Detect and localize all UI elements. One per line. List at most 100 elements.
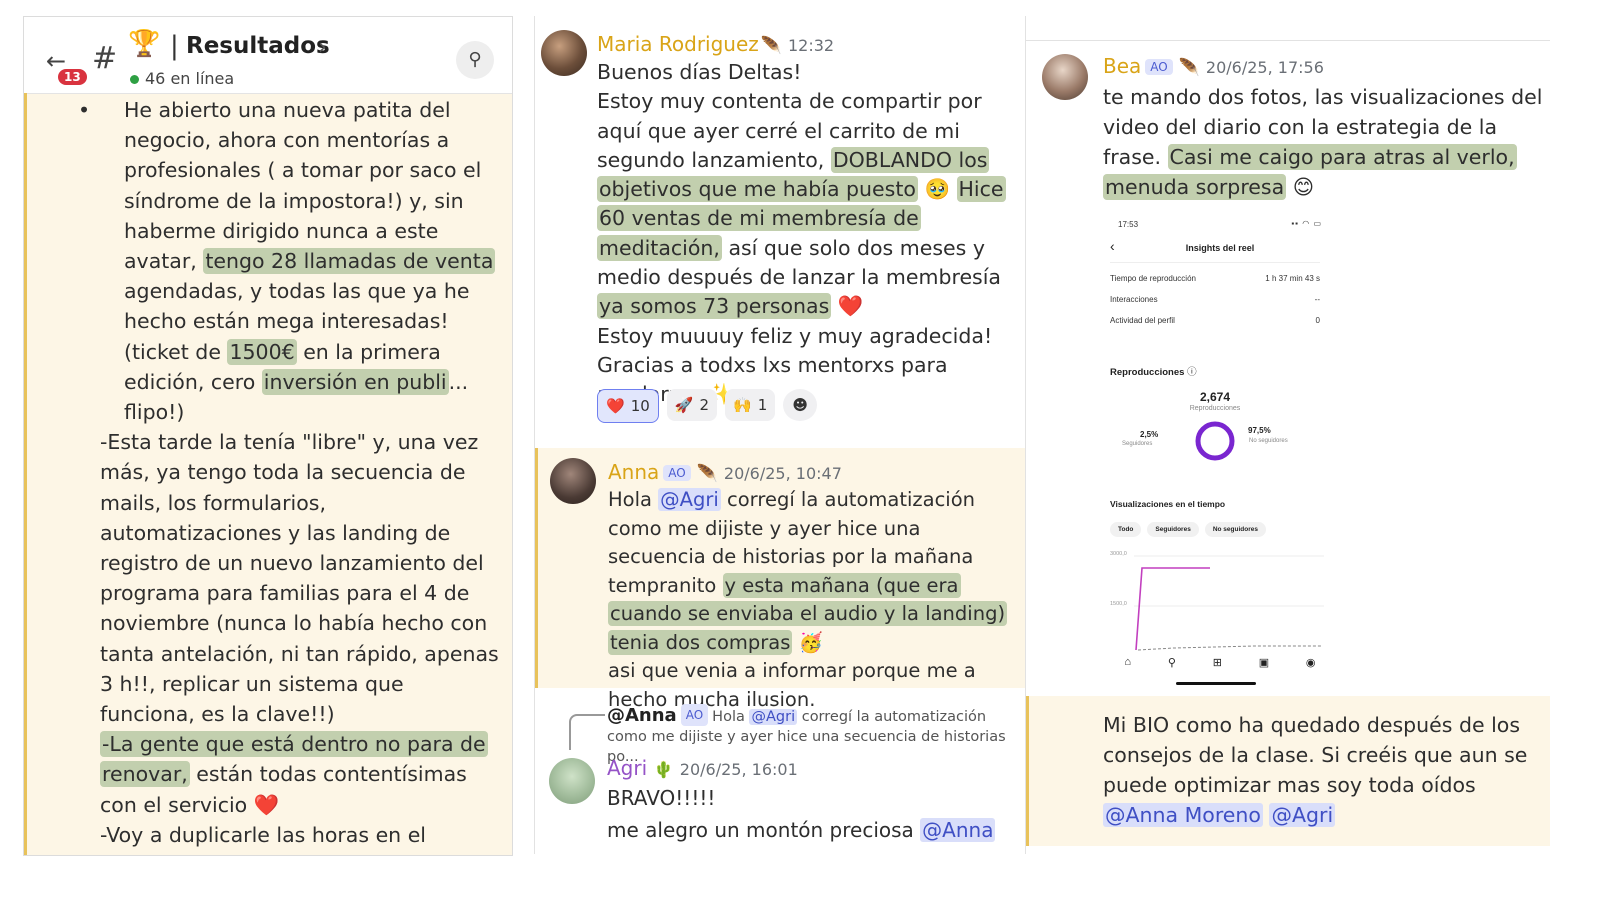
heart-emoji-icon: ❤️ (837, 294, 864, 319)
info-icon: ⓘ (1187, 367, 1197, 378)
highlighted-message: Mi BIO como ha quedado después de los co… (1026, 696, 1550, 846)
message-body: • He abierto una nueva patita del negoci… (78, 95, 500, 855)
role-badge: AO (663, 465, 691, 481)
tab-seguidores[interactable]: Seguidores (1147, 522, 1199, 537)
followers-label: Seguidores (1122, 441, 1153, 447)
metric-label: Actividad del perfil (1110, 316, 1175, 325)
home-icon[interactable]: ⌂ (1124, 656, 1131, 669)
online-label: 46 en línea (145, 69, 235, 88)
phone-clock: 17:53 (1118, 220, 1139, 229)
message-time: 20/6/25, 10:47 (723, 464, 842, 483)
hash-icon: # (92, 41, 118, 76)
user-mention[interactable]: @Agri (658, 488, 721, 511)
user-mention[interactable]: @Anna Moreno (1103, 803, 1263, 827)
chat-panel-deltas: Maria Rodriguez 🪶 12:32 Buenos días Deltas… (534, 16, 1026, 854)
avatar[interactable] (549, 758, 595, 804)
author-name[interactable]: Anna (608, 460, 659, 484)
channel-header: ← 13 # 🏆 | Resultados › 46 en línea ⚲ (24, 17, 512, 94)
nonfollowers-pct: 97,5% (1248, 426, 1271, 435)
online-count: 46 en línea (130, 69, 234, 88)
message-author[interactable]: Agri 🌵 20/6/25, 16:01 (607, 756, 798, 780)
bullet-icon: • (78, 98, 91, 122)
tab-no-seguidores[interactable]: No seguidores (1204, 522, 1266, 537)
line-series-total (1135, 567, 1210, 651)
metric-row: Actividad del perfil 0 (1110, 316, 1320, 337)
total-views: 2,674 (1199, 390, 1231, 404)
avatar[interactable] (541, 30, 587, 76)
donut-chart (1195, 421, 1235, 461)
avatar[interactable] (1042, 54, 1088, 100)
user-mention[interactable]: @Anna (920, 818, 996, 842)
divider: | (170, 31, 179, 61)
reaction-raised-hands[interactable]: 🙌 1 (725, 389, 776, 421)
author-name[interactable]: Agri (607, 756, 647, 780)
text-line: Buenos días Deltas! (597, 60, 802, 84)
section-title: Reproducciones ⓘ (1110, 364, 1197, 378)
text-segment: Mi BIO como ha quedado después de los co… (1103, 713, 1528, 797)
attached-screenshot[interactable]: 17:53 ▪▪ ◠ ▭ ‹ Insights del reel Tiempo … (1106, 216, 1334, 686)
notification-badge: 13 (58, 69, 87, 85)
reply-connector (569, 714, 605, 750)
add-reaction-button[interactable]: ☻ (783, 389, 818, 421)
message-content: Hola @Agri corregí la automatización com… (608, 486, 1020, 714)
nonfollowers-label: No seguidores (1249, 438, 1288, 444)
message-author[interactable]: Bea AO 🪶 20/6/25, 17:56 (1103, 54, 1324, 78)
search-icon[interactable]: ⚲ (1168, 656, 1176, 669)
highlight-accent-bar (24, 93, 27, 855)
reaction-count: 1 (757, 396, 768, 414)
text-segment: me alegro un montón preciosa (607, 818, 921, 842)
smiley-icon: ☻ (792, 396, 809, 414)
add-icon[interactable]: ⊞ (1213, 656, 1222, 669)
heart-icon: ❤️ (606, 397, 625, 415)
reaction-heart[interactable]: ❤️ 10 (597, 389, 659, 423)
author-name[interactable]: Maria Rodriguez (597, 32, 759, 56)
message-content: Buenos días Deltas! Estoy muy contenta d… (597, 58, 1017, 410)
quill-icon: 🪶 (696, 464, 718, 484)
heart-emoji-icon: ❤️ (253, 792, 280, 817)
reaction-rocket[interactable]: 🚀 2 (666, 389, 718, 421)
message-time: 20/6/25, 17:56 (1205, 58, 1324, 77)
message-line: BRAVO!!!!! (607, 786, 716, 810)
metric-value: 0 (1315, 316, 1320, 325)
bullet-paragraph: • He abierto una nueva patita del negoci… (78, 95, 500, 427)
text-line: Estoy muuuuy feliz y muy agradecida! (597, 323, 993, 348)
search-button[interactable]: ⚲ (456, 41, 494, 79)
reply-author[interactable]: @Anna (607, 705, 677, 726)
text-segment (950, 177, 957, 201)
paragraph: -Voy a duplicarle las horas en el contra… (100, 822, 500, 855)
highlight-segment: inversión en publi (261, 368, 449, 395)
user-mention[interactable]: @Agri (1269, 803, 1336, 827)
message-time: 20/6/25, 16:01 (679, 760, 798, 779)
profile-icon[interactable]: ◉ (1306, 656, 1316, 669)
metric-label: Tiempo de reproducción (1110, 274, 1196, 283)
chevron-right-icon[interactable]: › (318, 35, 327, 60)
quill-icon: 🪶 (760, 36, 782, 56)
message-author[interactable]: Anna AO 🪶 20/6/25, 10:47 (608, 460, 842, 484)
donut-ring (1195, 421, 1235, 461)
author-name[interactable]: Bea (1103, 54, 1141, 78)
avatar[interactable] (550, 458, 596, 504)
paragraph: -Esta tarde la tenía "libre" y, una vez … (100, 430, 499, 727)
text-line: Estoy muy contenta de compartir por aquí… (597, 87, 1017, 321)
cactus-icon: 🌵 (653, 760, 674, 779)
text-segment: Hola (608, 488, 659, 511)
highlighted-message: Anna AO 🪶 20/6/25, 10:47 Hola @Agri corregí… (535, 448, 1025, 711)
channel-panel-resultados: ← 13 # 🏆 | Resultados › 46 en línea ⚲ • … (23, 16, 513, 856)
metric-row: Tiempo de reproducción 1 h 37 min 43 s (1110, 274, 1320, 295)
reaction-count: 2 (699, 396, 710, 414)
metrics-list: Tiempo de reproducción 1 h 37 min 43 s In… (1110, 274, 1320, 337)
tab-todo[interactable]: Todo (1110, 522, 1142, 537)
user-mention[interactable]: @Agri (749, 709, 798, 725)
chat-panel-bea: Bea AO 🪶 20/6/25, 17:56 te mando dos fotos,… (1026, 16, 1550, 846)
smiling-face-icon: 😊 (1292, 175, 1315, 199)
message-line: me alegro un montón preciosa @Anna (607, 818, 996, 842)
metric-value: -- (1314, 295, 1320, 304)
reels-icon[interactable]: ▣ (1259, 656, 1269, 669)
message-content: Mi BIO como ha quedado después de los co… (1103, 710, 1543, 830)
views-line-chart (1134, 555, 1324, 651)
role-badge: AO (680, 704, 709, 726)
message-author[interactable]: Maria Rodriguez 🪶 12:32 (597, 32, 834, 56)
text-line: Hola @Agri corregí la automatización com… (608, 486, 1020, 657)
channel-title[interactable]: Resultados (186, 33, 330, 59)
paragraph: -La gente que está dentro no para de ren… (100, 729, 500, 820)
